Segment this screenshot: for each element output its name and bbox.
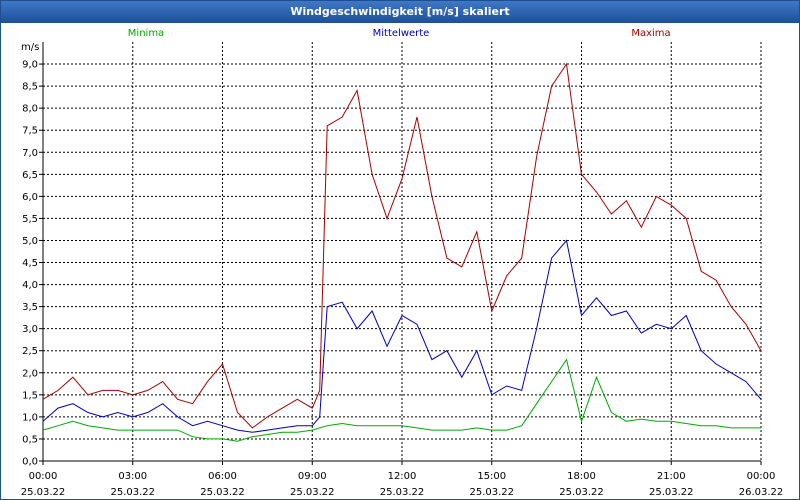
y-tick-label: 2,5 <box>22 346 38 357</box>
y-tick-label: 6,0 <box>22 192 38 203</box>
y-tick-label: 3,5 <box>22 302 38 313</box>
y-tick-label: 6,5 <box>22 170 38 181</box>
x-tick-time: 06:00 <box>208 471 237 482</box>
y-tick-label: 2,0 <box>22 368 38 379</box>
wind-speed-chart: 0,0 0,5 1,0 1,5 2,0 2,5 3,0 3,5 4,0 4,5 5,0 5,5 6,0 6… <box>21 28 784 498</box>
y-axis-label: m/s <box>21 42 39 53</box>
x-tick-time: 03:00 <box>118 471 147 482</box>
series-lines <box>42 62 762 442</box>
y-tick-label: 3,0 <box>22 324 38 335</box>
y-tick-label: 0,5 <box>22 434 38 445</box>
y-tick-label: 4,0 <box>22 280 38 291</box>
legend-maxima: Maxima <box>631 28 670 39</box>
y-axis: 0,0 0,5 1,0 1,5 2,0 2,5 3,0 3,5 4,0 4,5 5,0 5,5 6,0 6… <box>22 60 43 468</box>
legend: Minima Mittelwerte Maxima <box>128 28 671 39</box>
y-tick-label: 5,5 <box>22 214 38 225</box>
chart-window: Windgeschwindigkeit [m/s] skaliert 0,0 0,… <box>0 0 800 500</box>
x-tick-time: 09:00 <box>298 471 327 482</box>
x-tick-date: 25.03.22 <box>290 487 335 498</box>
x-tick-date: 25.03.22 <box>380 487 425 498</box>
legend-mittelwerte: Mittelwerte <box>373 28 430 39</box>
y-tick-label: 1,5 <box>22 390 38 401</box>
x-tick-time: 00:00 <box>747 471 776 482</box>
x-tick-date: 25.03.22 <box>559 487 604 498</box>
x-tick-time: 00:00 <box>29 471 58 482</box>
chart-title: Windgeschwindigkeit [m/s] skaliert <box>1 1 799 23</box>
x-tick-date: 25.03.22 <box>21 487 66 498</box>
y-tick-label: 8,0 <box>22 104 38 115</box>
x-tick-date: 25.03.22 <box>110 487 155 498</box>
x-tick-time: 18:00 <box>567 471 596 482</box>
legend-minima: Minima <box>128 28 164 39</box>
y-tick-label: 7,5 <box>22 126 38 137</box>
x-tick-date: 25.03.22 <box>200 487 245 498</box>
x-tick-time: 15:00 <box>477 471 506 482</box>
y-tick-label: 4,5 <box>22 258 38 269</box>
x-tick-date: 25.03.22 <box>469 487 514 498</box>
x-tick-date: 25.03.22 <box>649 487 694 498</box>
y-tick-label: 5,0 <box>22 236 38 247</box>
x-tick-time: 21:00 <box>657 471 686 482</box>
y-tick-label: 8,5 <box>22 82 38 93</box>
y-tick-label: 0,0 <box>22 457 38 468</box>
y-tick-label: 9,0 <box>22 60 38 71</box>
grid <box>42 42 762 462</box>
y-tick-label: 1,0 <box>22 412 38 423</box>
y-tick-label: 7,0 <box>22 148 38 159</box>
x-axis: 00:00 25.03.22 03:00 25.03.22 06:00 25.03.22 0… <box>21 461 784 498</box>
x-tick-date: 26.03.22 <box>739 487 784 498</box>
x-tick-time: 12:00 <box>388 471 417 482</box>
